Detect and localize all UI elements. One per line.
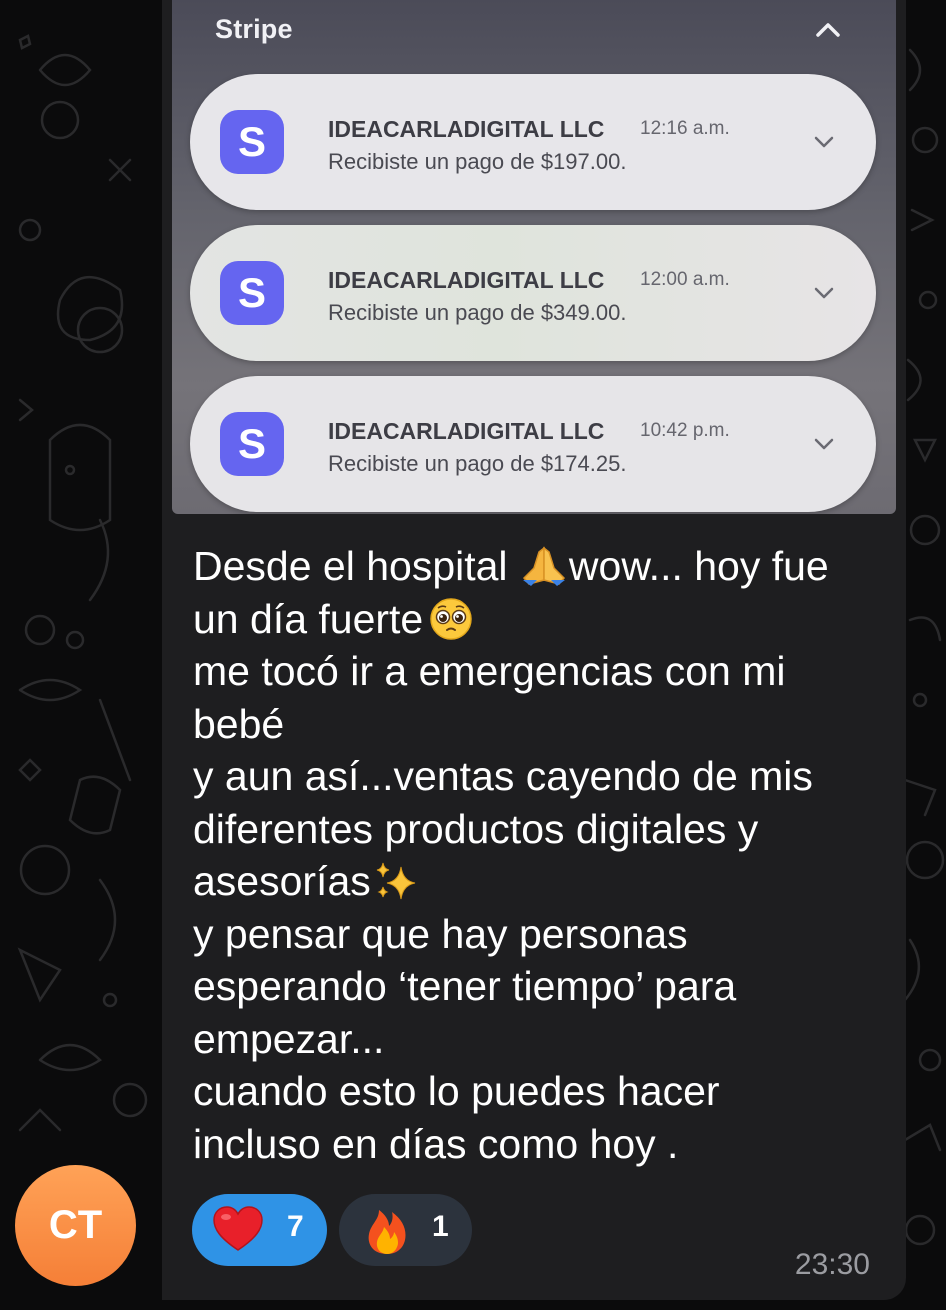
stripe-app-icon: S (220, 412, 284, 476)
message-line: empezar... (193, 1015, 385, 1062)
notification-screenshot[interactable]: Stripe S IDEACARLADIGITAL LLC 12:16 a.m.… (172, 0, 896, 514)
notification-message: Recibiste un pago de $349.00. (328, 300, 627, 325)
chevron-up-icon (816, 23, 840, 37)
reaction-count: 7 (287, 1210, 304, 1243)
notification-time: 12:00 a.m. (640, 269, 730, 290)
notification-message: Recibiste un pago de $197.00. (328, 149, 627, 174)
message-line: y aun así...ventas cayendo de mis (193, 753, 813, 799)
sparkles-emoji-icon (376, 862, 415, 900)
chevron-down-icon (814, 287, 834, 299)
notification-time: 10:42 p.m. (640, 420, 730, 441)
message-line: me tocó ir a emergencias con mi (193, 648, 786, 694)
message-line: incluso en días como hoy . (193, 1120, 679, 1167)
reaction-fire-button[interactable]: 1 (339, 1194, 472, 1266)
avatar[interactable]: CT (15, 1165, 136, 1286)
red-heart-icon (213, 1206, 263, 1251)
notification-message: Recibiste un pago de $174.25. (328, 451, 627, 476)
fire-icon (368, 1210, 406, 1254)
notification-sender: IDEACARLADIGITAL LLC (328, 267, 605, 293)
message-line: cuando esto lo puedes hacer (193, 1068, 720, 1114)
message-timestamp: 23:30 (794, 1248, 870, 1281)
chevron-down-icon (814, 438, 834, 450)
notification-card: S IDEACARLADIGITAL LLC 12:16 a.m. Recibi… (190, 74, 876, 210)
reaction-count: 1 (432, 1210, 449, 1243)
message-line: un día fuerte (193, 593, 893, 646)
folded-hands-emoji-icon (522, 546, 565, 586)
message-line: y pensar que hay personas (193, 910, 688, 957)
notification-sender: IDEACARLADIGITAL LLC (328, 116, 605, 142)
notification-card: S IDEACARLADIGITAL LLC 10:42 p.m. Recibi… (190, 376, 876, 512)
notification-time: 12:16 a.m. (640, 118, 730, 139)
message-line: bebé (193, 700, 285, 747)
pleading-face-emoji-icon (430, 597, 472, 640)
message-line: Desde el hospital wow... hoy fue (193, 543, 829, 589)
reaction-heart-button[interactable]: 7 (192, 1194, 327, 1266)
stripe-app-icon: S (220, 261, 284, 325)
notification-group-title: Stripe (215, 14, 293, 44)
message-line: esperando ‘tener tiempo’ para (193, 963, 737, 1009)
message-line: asesorías (193, 855, 893, 908)
stripe-app-icon: S (220, 110, 284, 174)
notification-sender: IDEACARLADIGITAL LLC (328, 418, 605, 444)
message-text: Desde el hospital wow... hoy fue un día … (193, 540, 893, 1170)
notification-card: S IDEACARLADIGITAL LLC 12:00 a.m. Recibi… (190, 225, 876, 361)
message-line: diferentes productos digitales y (193, 805, 759, 852)
chevron-down-icon (814, 136, 834, 148)
